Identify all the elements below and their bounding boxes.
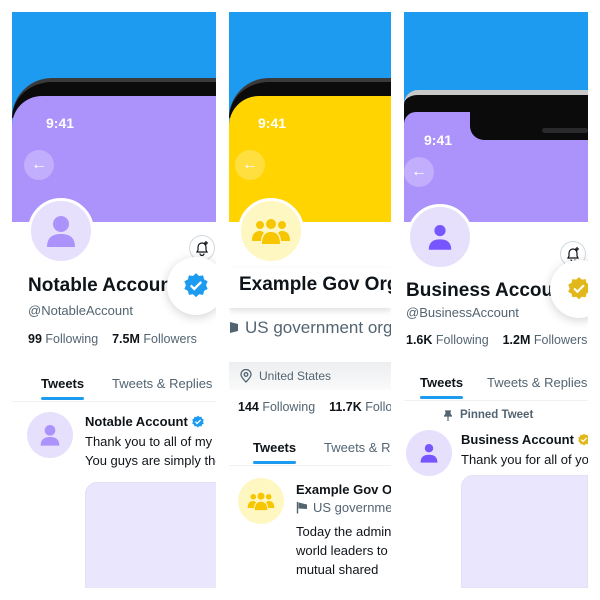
profile-handle: @NotableAccount — [28, 303, 133, 318]
blue-verified-icon — [184, 273, 208, 298]
profile-name: Business Account — [406, 280, 572, 301]
blue-verified-icon — [191, 415, 204, 428]
status-time: 9:41 — [46, 115, 75, 131]
follow-stats: 144 Following 11.7K Followers — [238, 400, 391, 414]
arrow-left-icon: ← — [31, 156, 47, 173]
verified-badge-callout — [550, 260, 588, 318]
verified-badge-callout — [167, 257, 216, 315]
following-link[interactable]: 1.6K Following — [406, 333, 489, 347]
tweet-media[interactable] — [461, 475, 588, 588]
tweet-avatar[interactable] — [238, 478, 284, 524]
follow-stats: 99 Following 7.5M Followers — [28, 332, 197, 346]
tweet-author[interactable]: Notable Account — [85, 414, 205, 429]
profile-tabs: Tweets Tweets & Replies — [404, 367, 588, 401]
back-button[interactable]: ← — [24, 150, 54, 180]
person-icon — [47, 216, 75, 247]
tweet-text: Thank you for all of your support — [461, 452, 588, 467]
pinned-tweet-label: Pinned Tweet — [444, 409, 533, 421]
phone-notch — [470, 110, 588, 140]
location-row: United States — [229, 362, 391, 390]
tab-tweets[interactable]: Tweets — [41, 376, 85, 400]
flag-icon — [230, 322, 238, 333]
tweet-government-label: US government organization — [296, 500, 391, 515]
government-label: US government organization — [229, 318, 391, 338]
location-pin-icon — [240, 369, 252, 383]
tab-tweets-and-replies[interactable]: Tweets & Replies — [112, 376, 212, 391]
profile-avatar[interactable] — [407, 204, 473, 270]
status-time: 9:41 — [258, 115, 287, 131]
back-button[interactable]: ← — [235, 150, 265, 180]
following-link[interactable]: 99 Following — [28, 332, 98, 346]
profile-name: Example Gov Org — [239, 274, 391, 295]
profile-handle: @BusinessAccount — [406, 305, 519, 320]
profile-tabs: Tweets Tweets & Replies — [12, 368, 216, 402]
back-button[interactable]: ← — [404, 157, 434, 187]
followers-link[interactable]: 7.5M Followers — [112, 332, 197, 346]
profile-name: Notable Account — [28, 275, 179, 296]
profile-tabs: Tweets Tweets & Replies — [229, 432, 391, 466]
tweet-author[interactable]: Business Account — [461, 432, 588, 447]
tab-tweets-and-replies[interactable]: Tweets & Replies — [324, 440, 391, 455]
tab-tweets[interactable]: Tweets — [253, 440, 297, 464]
tab-tweets-and-replies[interactable]: Tweets & Replies — [487, 375, 587, 390]
group-icon — [252, 219, 290, 244]
person-icon — [40, 425, 60, 446]
arrow-left-icon: ← — [411, 163, 427, 180]
group-icon — [247, 492, 275, 511]
profile-panel-notable: 9:41 ← Notable Account @NotableAccount 9… — [12, 12, 216, 588]
person-icon — [428, 225, 452, 250]
gold-verified-icon — [578, 433, 588, 446]
following-link[interactable]: 144 Following — [238, 400, 315, 414]
profile-panel-government: 9:41 ← Example Gov Org US government org… — [229, 12, 391, 588]
tweet-avatar[interactable] — [27, 412, 73, 458]
tweet-author[interactable]: Example Gov Org — [296, 482, 391, 497]
follow-stats: 1.6K Following 1.2M Followers — [406, 333, 587, 347]
tweet-text: Thank you to all of my fans You guys are… — [85, 434, 216, 468]
profile-panel-business: 9:41 ← Business Account @BusinessAccount… — [404, 12, 588, 588]
status-time: 9:41 — [424, 132, 453, 148]
pin-icon — [444, 409, 452, 421]
profile-avatar[interactable] — [28, 198, 94, 264]
followers-link[interactable]: 11.7K Followers — [329, 400, 391, 414]
tweet-media[interactable] — [85, 482, 216, 588]
tab-tweets[interactable]: Tweets — [420, 375, 464, 399]
tweet-avatar[interactable] — [406, 430, 452, 476]
person-icon — [420, 444, 438, 463]
gold-verified-icon — [568, 277, 588, 300]
tweet-text: Today the administration met with world … — [296, 524, 391, 577]
profile-avatar[interactable] — [238, 198, 304, 264]
notch-speaker — [542, 128, 588, 133]
arrow-left-icon: ← — [242, 156, 258, 173]
flag-icon — [296, 502, 307, 514]
followers-link[interactable]: 1.2M Followers — [503, 333, 588, 347]
name-highlight-card: Example Gov Org — [229, 268, 391, 308]
bell-plus-icon — [196, 241, 208, 256]
